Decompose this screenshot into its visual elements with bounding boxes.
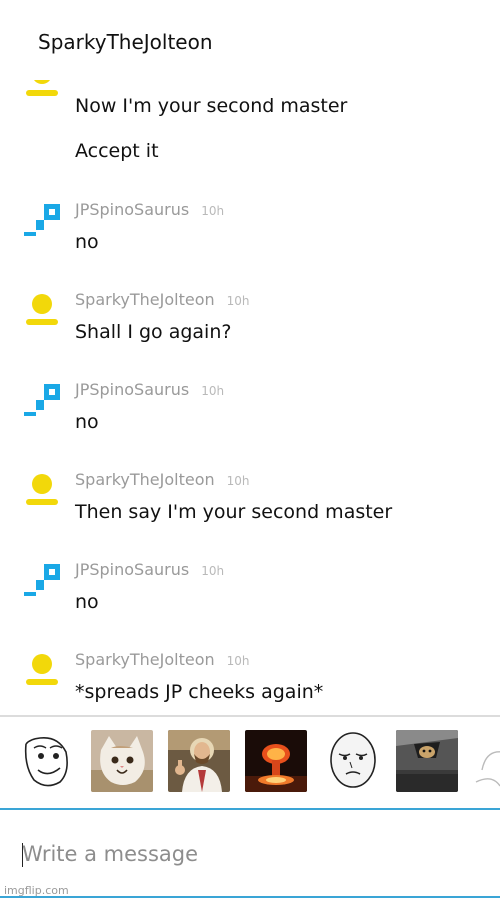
blue-p-logo-icon[interactable] xyxy=(22,560,62,600)
message-time: 10h xyxy=(226,654,250,668)
blue-p-logo-icon[interactable] xyxy=(22,380,62,420)
message-author[interactable]: JPSpinoSaurus 10h xyxy=(75,200,224,219)
message-text: no xyxy=(75,591,99,613)
author-name[interactable]: SparkyTheJolteon xyxy=(75,290,215,309)
smiling-rage-face-icon[interactable] xyxy=(14,730,76,792)
message-text: Then say I'm your second master xyxy=(75,501,393,523)
message-author[interactable]: SparkyTheJolteon 10h xyxy=(75,650,250,669)
message-time: 10h xyxy=(226,294,250,308)
message-text: no xyxy=(75,411,99,433)
message-text: *spreads JP cheeks again* xyxy=(75,681,324,703)
message-time: 10h xyxy=(226,474,250,488)
message-text: Shall I go again? xyxy=(75,321,232,343)
blue-p-logo-icon[interactable] xyxy=(22,200,62,240)
author-name[interactable]: SparkyTheJolteon xyxy=(75,470,215,489)
message-author[interactable]: JPSpinoSaurus 10h xyxy=(75,560,224,579)
message-time: 10h xyxy=(201,384,225,398)
okay-face-icon[interactable] xyxy=(322,730,384,792)
yellow-person-icon[interactable] xyxy=(22,80,62,100)
author-name[interactable]: JPSpinoSaurus xyxy=(75,380,189,399)
ceiling-cat-icon[interactable] xyxy=(396,730,458,792)
author-name[interactable]: JPSpinoSaurus xyxy=(75,560,189,579)
smiling-cat-icon[interactable] xyxy=(91,730,153,792)
message-author[interactable]: SparkyTheJolteon 10h xyxy=(75,290,250,309)
chat-title: SparkyTheJolteon xyxy=(38,30,213,54)
nuclear-explosion-icon[interactable] xyxy=(245,730,307,792)
author-name[interactable]: SparkyTheJolteon xyxy=(75,650,215,669)
message-author[interactable]: JPSpinoSaurus 10h xyxy=(75,380,224,399)
message-text: no xyxy=(75,231,99,253)
yellow-person-icon[interactable] xyxy=(22,470,62,510)
message-text: Now I'm your second master xyxy=(75,95,348,117)
message-author[interactable]: SparkyTheJolteon 10h xyxy=(75,470,250,489)
message-input[interactable] xyxy=(22,838,462,870)
message-time: 10h xyxy=(201,204,225,218)
partial-face-icon[interactable] xyxy=(472,730,500,792)
buddy-christ-icon[interactable] xyxy=(168,730,230,792)
message-text: Accept it xyxy=(75,140,159,162)
sticker-bar[interactable] xyxy=(0,718,500,808)
yellow-person-icon[interactable] xyxy=(22,290,62,330)
yellow-person-icon[interactable] xyxy=(22,650,62,690)
divider xyxy=(0,715,500,717)
message-list[interactable]: Now I'm your second master Accept it JPS… xyxy=(0,80,500,714)
author-name[interactable]: JPSpinoSaurus xyxy=(75,200,189,219)
divider xyxy=(0,896,500,898)
message-composer xyxy=(0,810,500,896)
watermark-text: imgflip.com xyxy=(4,884,69,897)
message-time: 10h xyxy=(201,564,225,578)
